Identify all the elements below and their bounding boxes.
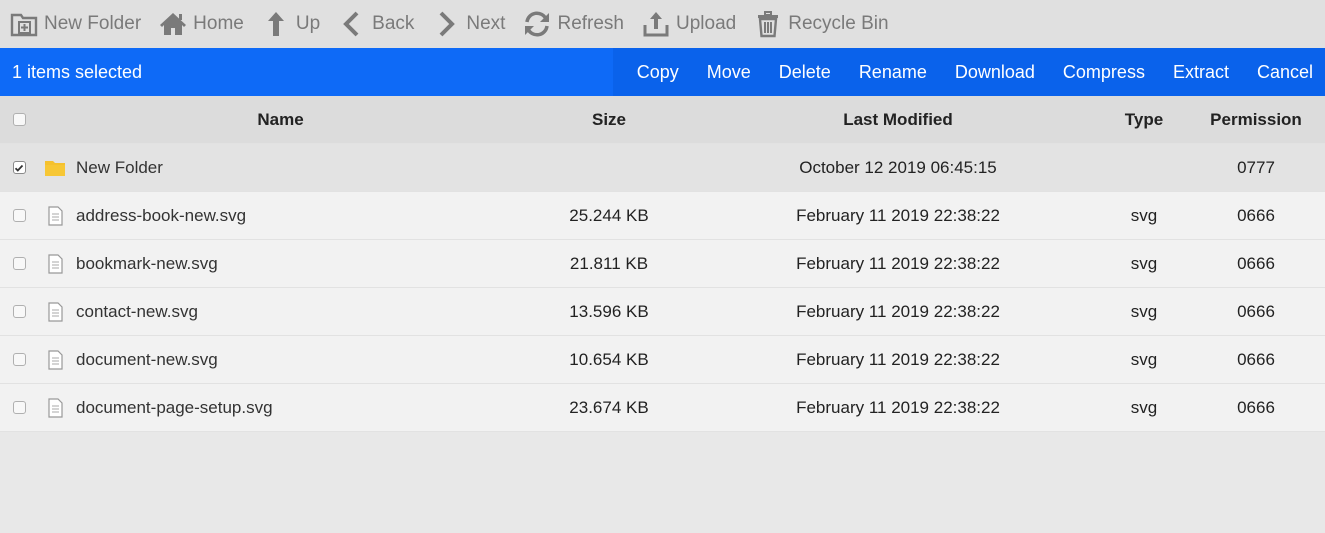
row-checkbox[interactable]	[12, 161, 26, 174]
file-icon	[44, 205, 66, 227]
file-icon	[44, 397, 66, 419]
file-type: svg	[1130, 253, 1158, 273]
next-button[interactable]: Next	[432, 0, 505, 48]
delete-button[interactable]: Delete	[765, 48, 845, 96]
table-header: Name Size Last Modified Type Permission	[0, 96, 1325, 144]
upload-label: Upload	[676, 13, 737, 34]
select-all-checkbox[interactable]	[12, 113, 26, 126]
next-label: Next	[466, 13, 506, 34]
table-row[interactable]: address-book-new.svg 25.244 KB February 11…	[0, 192, 1325, 240]
copy-button[interactable]: Copy	[623, 48, 693, 96]
file-permission: 0666	[1237, 349, 1275, 369]
selection-count: 1 items selected	[12, 61, 143, 82]
refresh-icon	[525, 11, 550, 37]
file-permission: 0666	[1237, 397, 1275, 417]
header-size[interactable]: Size	[523, 110, 695, 130]
table-row[interactable]: document-new.svg 10.654 KB February 11 201…	[0, 336, 1325, 384]
file-modified: February 11 2019 22:38:22	[796, 349, 1000, 369]
file-size: 23.674 KB	[569, 397, 649, 417]
file-icon	[44, 301, 66, 323]
toolbar: New Folder Home Up Back Next Refresh Upl…	[0, 0, 1325, 48]
home-label: Home	[193, 13, 244, 34]
table-row[interactable]: bookmark-new.svg 21.811 KB February 11 201…	[0, 240, 1325, 288]
row-checkbox[interactable]	[12, 401, 26, 414]
file-modified: February 11 2019 22:38:22	[796, 301, 1000, 321]
back-chevron-icon	[343, 11, 359, 37]
file-icon	[44, 253, 66, 275]
back-button[interactable]: Back	[338, 0, 414, 48]
next-chevron-icon	[439, 11, 456, 37]
up-arrow-icon	[267, 12, 284, 36]
selection-actions: Copy Move Delete Rename Download Compres…	[612, 48, 1325, 96]
file-name[interactable]: bookmark-new.svg	[76, 254, 218, 274]
file-size: 10.654 KB	[569, 349, 649, 369]
file-permission: 0777	[1237, 157, 1275, 177]
file-modified: February 11 2019 22:38:22	[796, 253, 1000, 273]
file-permission: 0666	[1237, 253, 1275, 273]
file-type: svg	[1130, 349, 1158, 369]
file-type: svg	[1130, 397, 1158, 417]
upload-icon	[643, 12, 669, 37]
file-size: 13.596 KB	[569, 301, 649, 321]
file-name[interactable]: address-book-new.svg	[76, 206, 246, 226]
file-table: Name Size Last Modified Type Permission …	[0, 96, 1325, 432]
file-type: svg	[1130, 205, 1158, 225]
file-permission: 0666	[1237, 301, 1275, 321]
file-modified: February 11 2019 22:38:22	[796, 397, 1000, 417]
home-icon	[160, 13, 187, 35]
up-button[interactable]: Up	[262, 0, 320, 48]
file-name[interactable]: contact-new.svg	[76, 302, 198, 322]
extract-button[interactable]: Extract	[1159, 48, 1243, 96]
up-label: Up	[295, 13, 321, 34]
file-name[interactable]: document-new.svg	[76, 350, 218, 370]
row-checkbox[interactable]	[12, 353, 26, 366]
refresh-button[interactable]: Refresh	[523, 0, 624, 48]
recycle-bin-button[interactable]: Recycle Bin	[754, 0, 889, 48]
refresh-label: Refresh	[557, 13, 624, 34]
file-size: 25.244 KB	[569, 205, 649, 225]
cancel-button[interactable]: Cancel	[1243, 48, 1321, 96]
file-modified: October 12 2019 06:45:15	[799, 157, 997, 177]
header-name[interactable]: Name	[38, 110, 523, 130]
row-checkbox[interactable]	[12, 257, 26, 270]
file-permission: 0666	[1237, 205, 1275, 225]
file-type: svg	[1130, 301, 1158, 321]
file-modified: February 11 2019 22:38:22	[796, 205, 1000, 225]
file-size: 21.811 KB	[569, 253, 649, 273]
new-folder-button[interactable]: New Folder	[10, 0, 141, 48]
new-folder-label: New Folder	[44, 13, 142, 34]
selection-bar: 1 items selected Copy Move Delete Rename…	[0, 48, 1325, 96]
file-name[interactable]: document-page-setup.svg	[76, 398, 273, 418]
download-button[interactable]: Download	[941, 48, 1049, 96]
home-button[interactable]: Home	[159, 0, 244, 48]
back-label: Back	[372, 13, 415, 34]
new-folder-icon	[10, 13, 38, 37]
folder-icon	[44, 157, 66, 179]
row-checkbox[interactable]	[12, 305, 26, 318]
table-row[interactable]: New Folder October 12 2019 06:45:15 0777	[0, 144, 1325, 192]
row-checkbox[interactable]	[12, 209, 26, 222]
file-name[interactable]: New Folder	[76, 158, 163, 178]
header-permission[interactable]: Permission	[1187, 110, 1325, 130]
trash-icon	[758, 11, 779, 38]
header-last-modified[interactable]: Last Modified	[695, 110, 1101, 130]
recycle-bin-label: Recycle Bin	[788, 13, 889, 34]
move-button[interactable]: Move	[693, 48, 765, 96]
table-row[interactable]: contact-new.svg 13.596 KB February 11 2019…	[0, 288, 1325, 336]
table-row[interactable]: document-page-setup.svg 23.674 KB February…	[0, 384, 1325, 432]
upload-button[interactable]: Upload	[642, 0, 736, 48]
compress-button[interactable]: Compress	[1049, 48, 1159, 96]
rename-button[interactable]: Rename	[845, 48, 941, 96]
file-icon	[44, 349, 66, 371]
header-type[interactable]: Type	[1101, 110, 1187, 130]
